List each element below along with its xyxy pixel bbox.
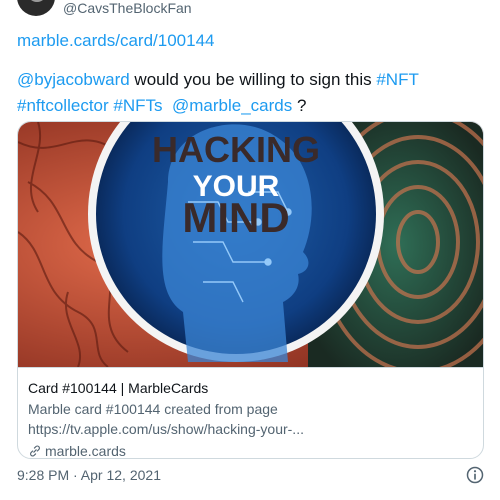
link-icon <box>30 445 40 457</box>
tweet-text-part: would you be willing to sign this <box>129 70 377 89</box>
card-domain-row: marble.cards <box>28 441 473 459</box>
link-card[interactable]: HACKING YOUR MIND Card #100144 | MarbleC… <box>17 121 484 459</box>
card-description-line2: https://tv.apple.com/us/show/hacking-you… <box>28 421 304 437</box>
card-image-title-line1: HACKING <box>152 129 320 170</box>
card-image-title-line3: MIND <box>182 194 289 241</box>
tweet-text: @byjacobward would you be willing to sig… <box>17 67 487 119</box>
user-handle[interactable]: @CavsTheBlockFan <box>63 0 192 16</box>
mention-marble-cards[interactable]: @marble_cards <box>172 96 292 115</box>
tweet-text-part: ? <box>292 96 307 115</box>
card-image[interactable]: HACKING YOUR MIND <box>18 122 483 367</box>
tweet-link[interactable]: marble.cards/card/100144 <box>17 30 215 52</box>
card-meta[interactable]: Card #100144 | MarbleCards Marble card #… <box>18 367 483 459</box>
mention-byjacobward[interactable]: @byjacobward <box>17 70 130 89</box>
hashtag-nftcollector[interactable]: #nftcollector <box>17 96 109 115</box>
hashtag-nfts[interactable]: #NFTs <box>113 96 162 115</box>
card-title: Card #100144 | MarbleCards <box>28 380 209 396</box>
hashtag-nft[interactable]: #NFT <box>376 70 419 89</box>
card-description-line1: Marble card #100144 created from page <box>28 401 278 417</box>
info-icon[interactable] <box>465 465 485 485</box>
tweet-timestamp[interactable]: 9:28 PM · Apr 12, 2021 <box>17 466 161 484</box>
card-description: Marble card #100144 created from page ht… <box>28 399 473 439</box>
card-artwork: HACKING YOUR MIND <box>18 122 483 367</box>
avatar[interactable] <box>17 0 55 16</box>
card-domain: marble.cards <box>45 443 126 459</box>
